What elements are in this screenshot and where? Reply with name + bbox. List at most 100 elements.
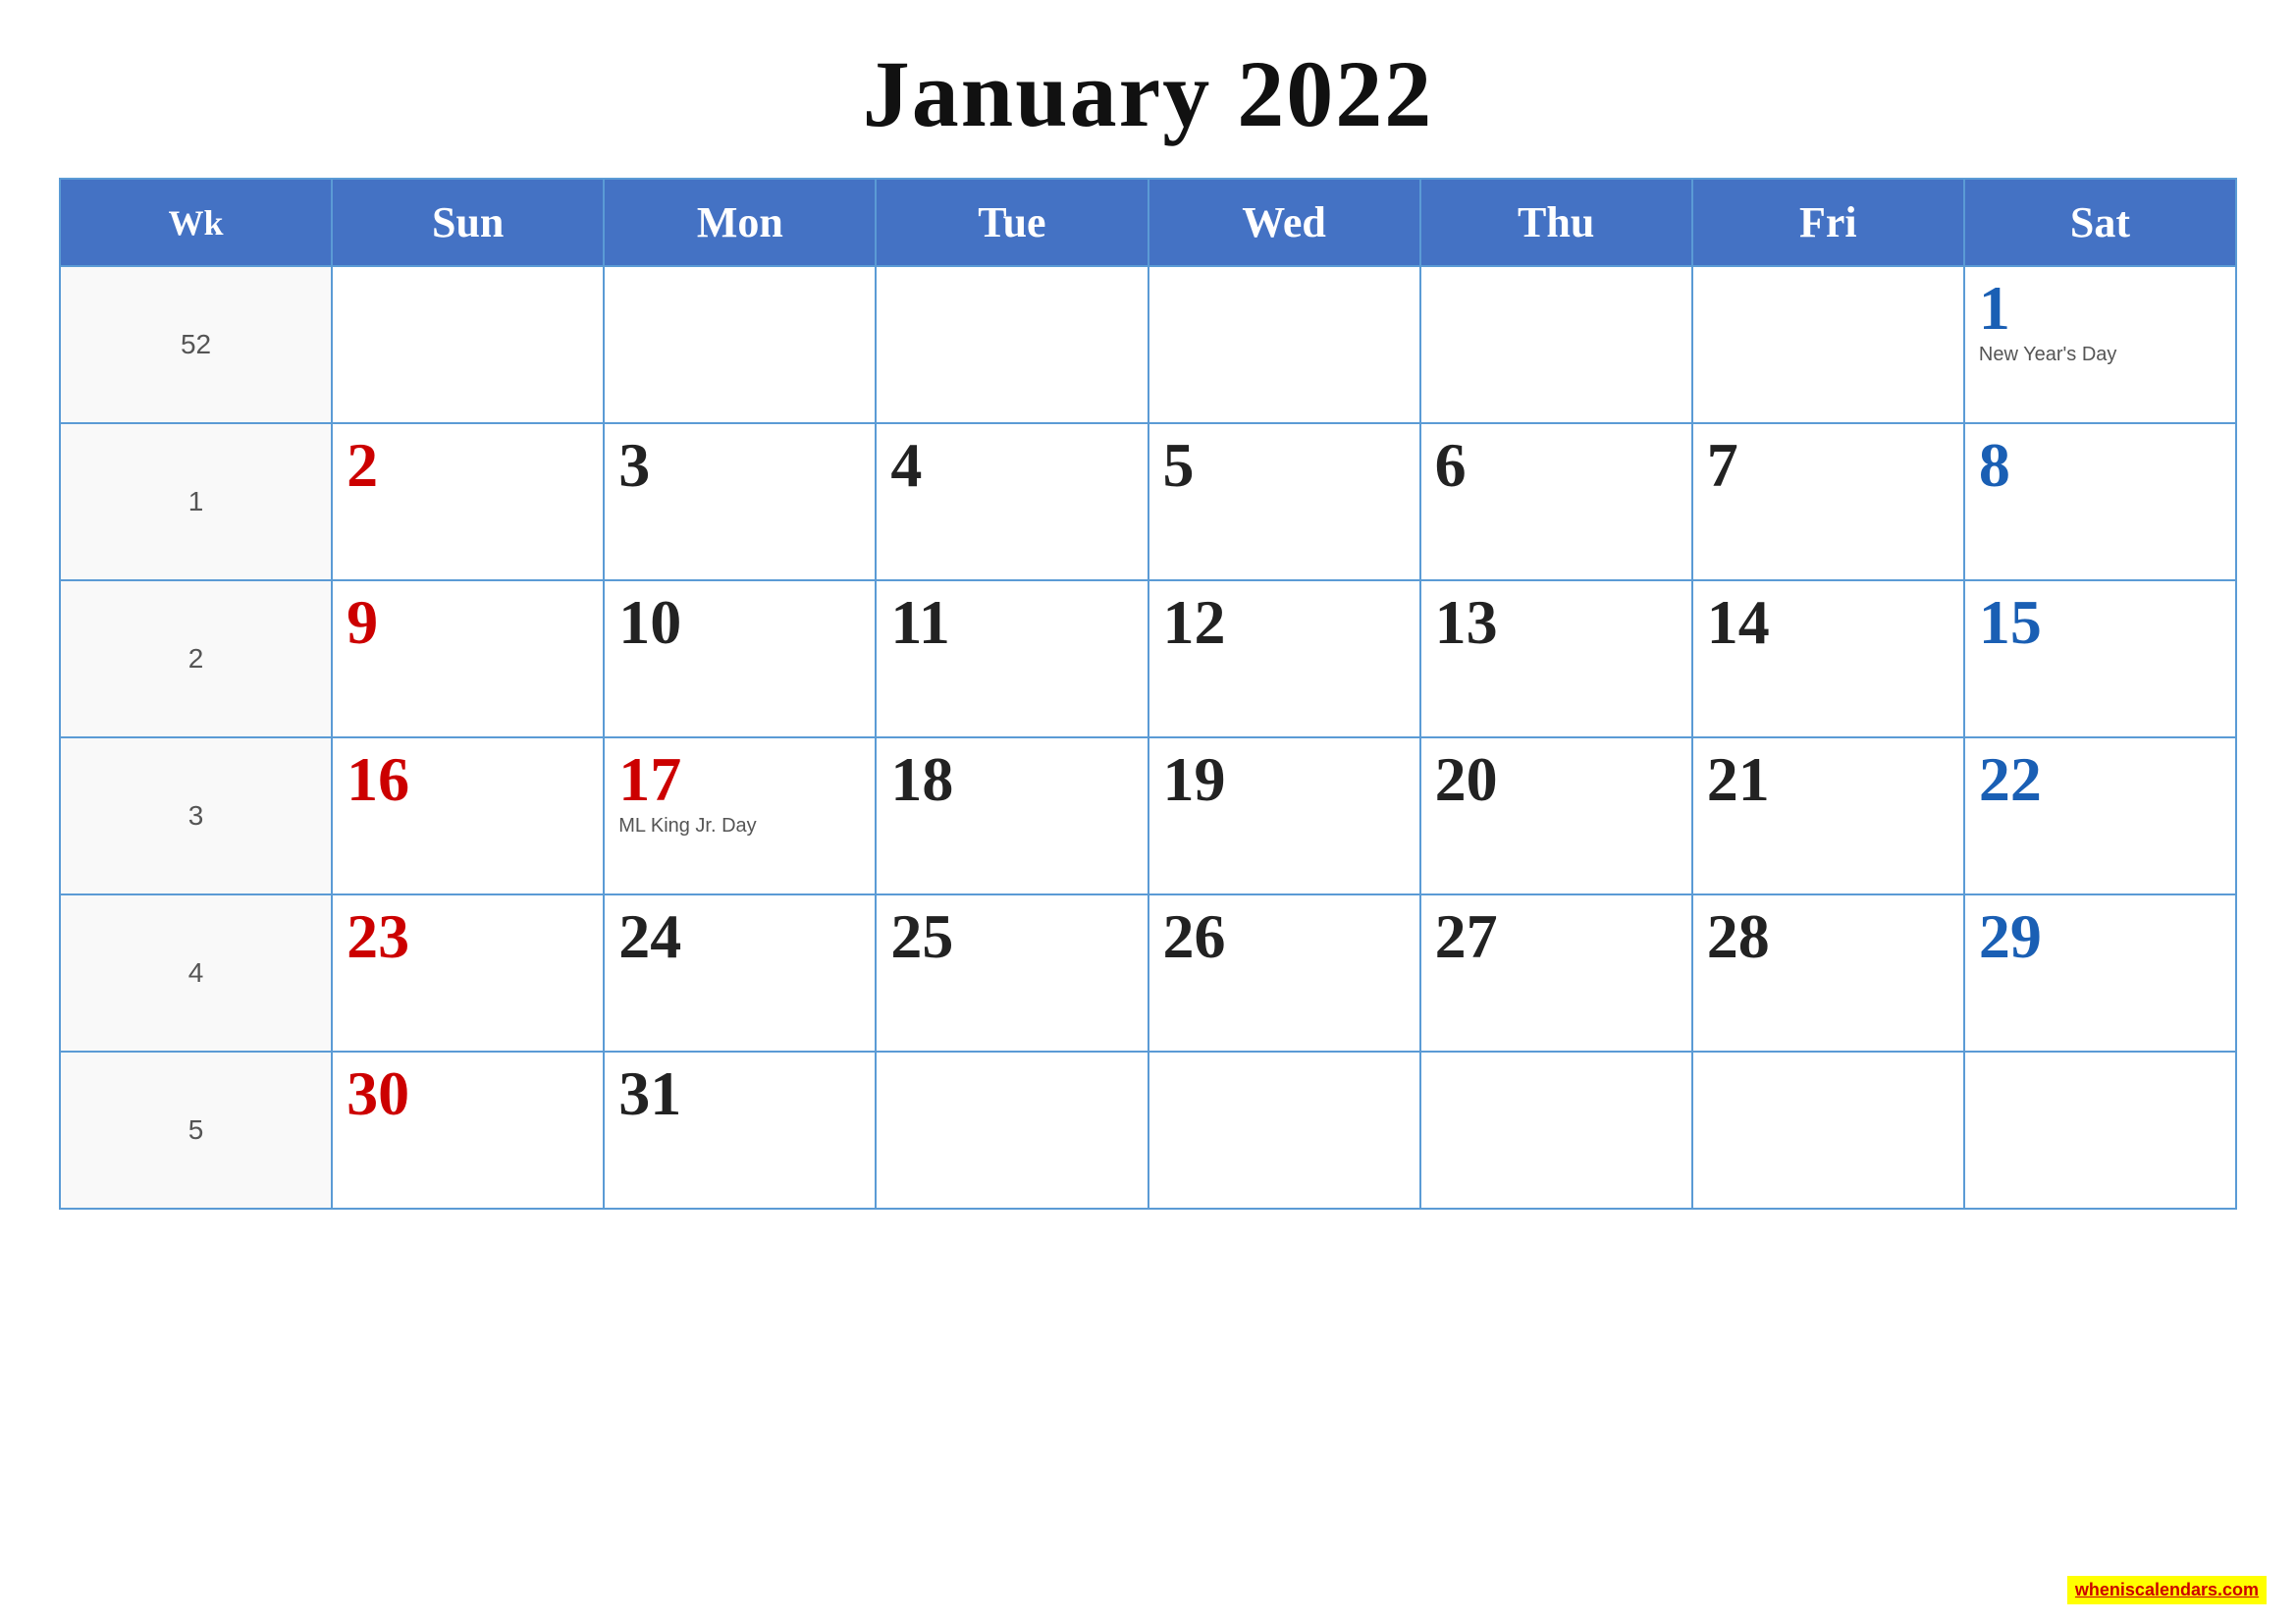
watermark-link[interactable]: wheniscalendars.com bbox=[2075, 1580, 2259, 1599]
header-sat: Sat bbox=[1964, 179, 2236, 266]
calendar-day-cell: 22 bbox=[1964, 737, 2236, 894]
calendar-day-cell bbox=[1692, 1052, 1964, 1209]
calendar-day-cell: 16 bbox=[332, 737, 604, 894]
calendar-day-cell: 12 bbox=[1148, 580, 1420, 737]
day-number: 3 bbox=[618, 434, 861, 497]
day-number: 23 bbox=[347, 905, 589, 968]
calendar-day-cell: 19 bbox=[1148, 737, 1420, 894]
day-number: 11 bbox=[890, 591, 1133, 654]
day-number: 7 bbox=[1707, 434, 1949, 497]
calendar-table: Wk Sun Mon Tue Wed Thu Fri Sat 521New Ye… bbox=[59, 178, 2237, 1210]
calendar-day-cell bbox=[604, 266, 876, 423]
day-number: 19 bbox=[1163, 748, 1406, 811]
day-number: 17 bbox=[618, 748, 861, 811]
calendar-day-cell: 26 bbox=[1148, 894, 1420, 1052]
day-number: 20 bbox=[1435, 748, 1678, 811]
header-tue: Tue bbox=[876, 179, 1148, 266]
calendar-day-cell: 7 bbox=[1692, 423, 1964, 580]
day-number: 6 bbox=[1435, 434, 1678, 497]
calendar-day-cell bbox=[1148, 1052, 1420, 1209]
week-number: 3 bbox=[60, 737, 332, 894]
header-fri: Fri bbox=[1692, 179, 1964, 266]
calendar-day-cell: 3 bbox=[604, 423, 876, 580]
day-number: 12 bbox=[1163, 591, 1406, 654]
week-number: 5 bbox=[60, 1052, 332, 1209]
calendar-day-cell bbox=[1148, 266, 1420, 423]
calendar-day-cell: 8 bbox=[1964, 423, 2236, 580]
day-number: 25 bbox=[890, 905, 1133, 968]
watermark[interactable]: wheniscalendars.com bbox=[2067, 1576, 2267, 1604]
week-number: 2 bbox=[60, 580, 332, 737]
calendar-day-cell: 31 bbox=[604, 1052, 876, 1209]
calendar-day-cell: 4 bbox=[876, 423, 1148, 580]
day-number: 14 bbox=[1707, 591, 1949, 654]
day-number: 21 bbox=[1707, 748, 1949, 811]
calendar-day-cell: 6 bbox=[1420, 423, 1692, 580]
header-thu: Thu bbox=[1420, 179, 1692, 266]
holiday-label: ML King Jr. Day bbox=[618, 815, 861, 838]
day-number: 13 bbox=[1435, 591, 1678, 654]
calendar-week-row: 316 17 ML King Jr. Day 18 19 20 21 22 bbox=[60, 737, 2236, 894]
day-number: 22 bbox=[1979, 748, 2221, 811]
day-number: 24 bbox=[618, 905, 861, 968]
day-number: 10 bbox=[618, 591, 861, 654]
day-number: 2 bbox=[347, 434, 589, 497]
day-number: 15 bbox=[1979, 591, 2221, 654]
header-wed: Wed bbox=[1148, 179, 1420, 266]
calendar-day-cell: 5 bbox=[1148, 423, 1420, 580]
calendar-day-cell bbox=[1692, 266, 1964, 423]
day-number: 5 bbox=[1163, 434, 1406, 497]
calendar-day-cell bbox=[1964, 1052, 2236, 1209]
week-number: 4 bbox=[60, 894, 332, 1052]
calendar-day-cell: 2 bbox=[332, 423, 604, 580]
page-title: January 2022 bbox=[863, 39, 1433, 148]
calendar-day-cell: 11 bbox=[876, 580, 1148, 737]
day-number: 27 bbox=[1435, 905, 1678, 968]
calendar-day-cell: 21 bbox=[1692, 737, 1964, 894]
day-number: 18 bbox=[890, 748, 1133, 811]
holiday-label: New Year's Day bbox=[1979, 344, 2221, 366]
calendar-day-cell: 20 bbox=[1420, 737, 1692, 894]
calendar-day-cell bbox=[1420, 266, 1692, 423]
day-number: 31 bbox=[618, 1062, 861, 1125]
day-number: 1 bbox=[1979, 277, 2221, 340]
calendar-day-cell bbox=[876, 1052, 1148, 1209]
day-number: 30 bbox=[347, 1062, 589, 1125]
day-number: 4 bbox=[890, 434, 1133, 497]
day-number: 8 bbox=[1979, 434, 2221, 497]
day-number: 9 bbox=[347, 591, 589, 654]
calendar-week-row: 52 1 New Year's Day bbox=[60, 266, 2236, 423]
day-number: 28 bbox=[1707, 905, 1949, 968]
day-number: 16 bbox=[347, 748, 589, 811]
calendar-day-cell bbox=[332, 266, 604, 423]
day-number: 26 bbox=[1163, 905, 1406, 968]
calendar-week-row: 423 24 25 26 27 28 29 bbox=[60, 894, 2236, 1052]
calendar-week-row: 29 10 11 12 13 14 15 bbox=[60, 580, 2236, 737]
calendar-day-cell: 10 bbox=[604, 580, 876, 737]
calendar-day-cell: 17 ML King Jr. Day bbox=[604, 737, 876, 894]
header-mon: Mon bbox=[604, 179, 876, 266]
calendar-day-cell: 25 bbox=[876, 894, 1148, 1052]
wk-header: Wk bbox=[60, 179, 332, 266]
calendar-day-cell bbox=[1420, 1052, 1692, 1209]
week-number: 52 bbox=[60, 266, 332, 423]
day-number: 29 bbox=[1979, 905, 2221, 968]
calendar-day-cell: 9 bbox=[332, 580, 604, 737]
calendar-day-cell: 14 bbox=[1692, 580, 1964, 737]
calendar-day-cell: 1 New Year's Day bbox=[1964, 266, 2236, 423]
calendar-day-cell: 13 bbox=[1420, 580, 1692, 737]
calendar-day-cell: 18 bbox=[876, 737, 1148, 894]
calendar-day-cell: 24 bbox=[604, 894, 876, 1052]
calendar-day-cell: 29 bbox=[1964, 894, 2236, 1052]
calendar-day-cell: 30 bbox=[332, 1052, 604, 1209]
calendar-week-row: 12345678 bbox=[60, 423, 2236, 580]
header-sun: Sun bbox=[332, 179, 604, 266]
calendar-header: Wk Sun Mon Tue Wed Thu Fri Sat bbox=[60, 179, 2236, 266]
calendar-day-cell: 28 bbox=[1692, 894, 1964, 1052]
calendar-day-cell: 27 bbox=[1420, 894, 1692, 1052]
calendar-day-cell bbox=[876, 266, 1148, 423]
week-number: 1 bbox=[60, 423, 332, 580]
calendar-day-cell: 23 bbox=[332, 894, 604, 1052]
calendar-day-cell: 15 bbox=[1964, 580, 2236, 737]
calendar-week-row: 530 31 bbox=[60, 1052, 2236, 1209]
